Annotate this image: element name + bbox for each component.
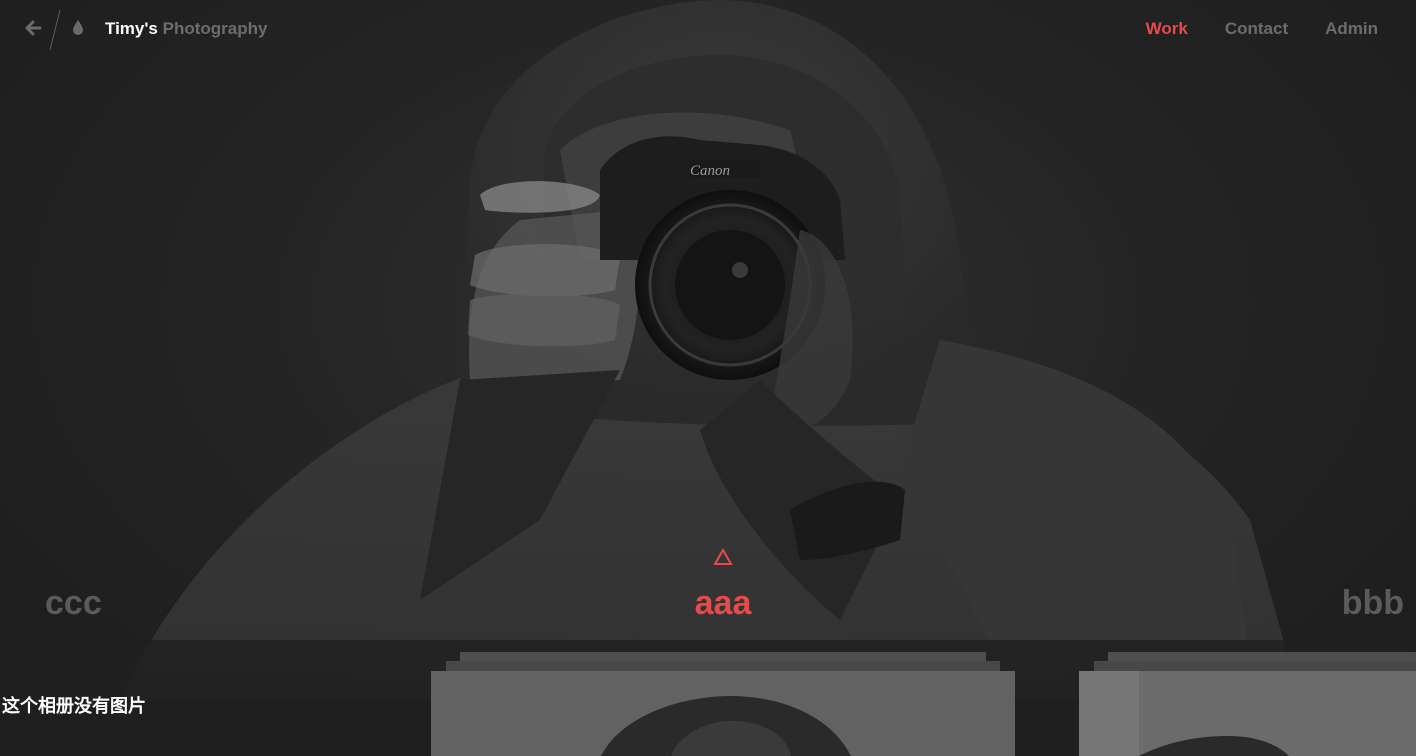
album-current-label[interactable]: aaa (0, 584, 1416, 623)
album-next-label[interactable]: bbb (1342, 584, 1404, 623)
page: Canon Timy's Photography Work Contact Ad… (0, 0, 1416, 756)
site-brand[interactable]: Timy's Photography (105, 19, 267, 39)
album-cover-photo[interactable] (1079, 671, 1416, 756)
hero-photo: Canon (0, 0, 1416, 756)
divider-slash (49, 9, 61, 51)
arrow-left-icon[interactable] (24, 18, 42, 38)
cover-photo-image (1079, 671, 1416, 756)
nav-work[interactable]: Work (1146, 19, 1188, 39)
card-layer-middle (1094, 661, 1416, 671)
svg-text:Canon: Canon (690, 163, 730, 179)
album-card-current[interactable] (431, 652, 1015, 756)
brand-subtitle: Photography (162, 19, 268, 38)
brand-name: Timy's (105, 19, 158, 38)
card-layer-middle (446, 661, 1000, 671)
main-nav: Work Contact Admin (1146, 19, 1378, 39)
cover-photo-image (431, 671, 1015, 756)
triangle-up-icon (713, 547, 733, 565)
drop-icon[interactable] (72, 19, 84, 35)
nav-admin[interactable]: Admin (1325, 19, 1378, 39)
empty-album-message: 这个相册没有图片 (2, 696, 146, 716)
album-card-next[interactable] (1079, 652, 1416, 756)
album-cover-photo[interactable] (431, 671, 1015, 756)
nav-contact[interactable]: Contact (1225, 19, 1288, 39)
top-bar: Timy's Photography Work Contact Admin (0, 0, 1416, 56)
